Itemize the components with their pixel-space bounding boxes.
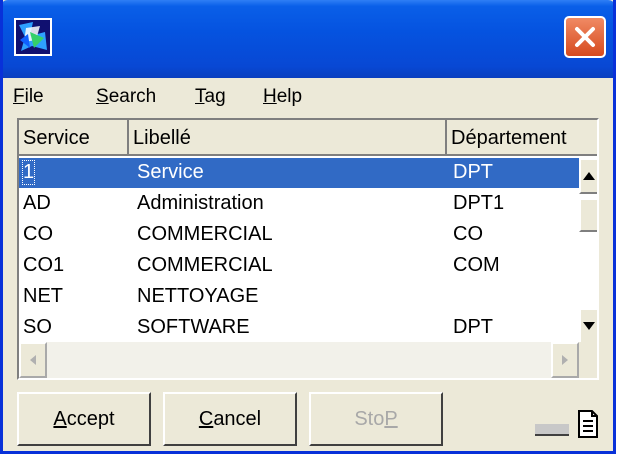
scroll-left-button[interactable] bbox=[19, 342, 47, 378]
arrow-right-icon bbox=[562, 355, 568, 365]
app-logo-icon[interactable] bbox=[14, 18, 52, 56]
close-icon bbox=[575, 27, 595, 47]
button-bar: Accept Cancel Sto P bbox=[17, 392, 607, 448]
table-row[interactable]: CO1 COMMERCIAL COM bbox=[19, 251, 581, 281]
menu-bar: File Search Tag Help bbox=[3, 78, 613, 118]
application-window: File Search Tag Help Service Libellé Dép… bbox=[0, 0, 616, 454]
title-bar[interactable] bbox=[3, 0, 613, 78]
scroll-thumb[interactable] bbox=[579, 198, 597, 232]
menu-file[interactable]: File bbox=[13, 86, 44, 108]
scroll-up-button[interactable] bbox=[579, 158, 597, 194]
table-row[interactable]: NET NETTOYAGE bbox=[19, 282, 581, 312]
close-button[interactable] bbox=[564, 16, 606, 58]
document-icon[interactable] bbox=[577, 410, 599, 438]
scroll-right-button[interactable] bbox=[551, 342, 579, 378]
arrow-down-icon bbox=[583, 322, 595, 330]
column-header-service[interactable]: Service bbox=[19, 120, 129, 156]
grid-header: Service Libellé Département bbox=[19, 120, 597, 156]
scroll-down-button[interactable] bbox=[579, 308, 597, 344]
cancel-button[interactable]: Cancel bbox=[163, 392, 297, 446]
column-header-departement[interactable]: Département bbox=[447, 120, 597, 156]
table-row[interactable]: SO SOFTWARE DPT bbox=[19, 313, 581, 343]
column-header-libelle[interactable]: Libellé bbox=[129, 120, 447, 156]
data-grid: Service Libellé Département 1 Service DP… bbox=[17, 118, 599, 380]
status-indicator bbox=[535, 424, 569, 436]
vertical-scrollbar[interactable] bbox=[579, 158, 597, 368]
table-row[interactable]: AD Administration DPT1 bbox=[19, 189, 581, 219]
accept-button[interactable]: Accept bbox=[17, 392, 151, 446]
table-row[interactable]: 1 Service DPT bbox=[19, 158, 581, 188]
scrollbar-corner bbox=[579, 342, 597, 378]
arrow-up-icon bbox=[583, 172, 595, 180]
horizontal-scrollbar[interactable] bbox=[19, 342, 579, 378]
arrow-left-icon bbox=[30, 355, 36, 365]
menu-help[interactable]: Help bbox=[263, 86, 302, 108]
table-row[interactable]: CO COMMERCIAL CO bbox=[19, 220, 581, 250]
menu-search[interactable]: Search bbox=[96, 86, 156, 108]
stop-button[interactable]: Sto P bbox=[309, 392, 443, 446]
menu-tag[interactable]: Tag bbox=[195, 86, 226, 108]
